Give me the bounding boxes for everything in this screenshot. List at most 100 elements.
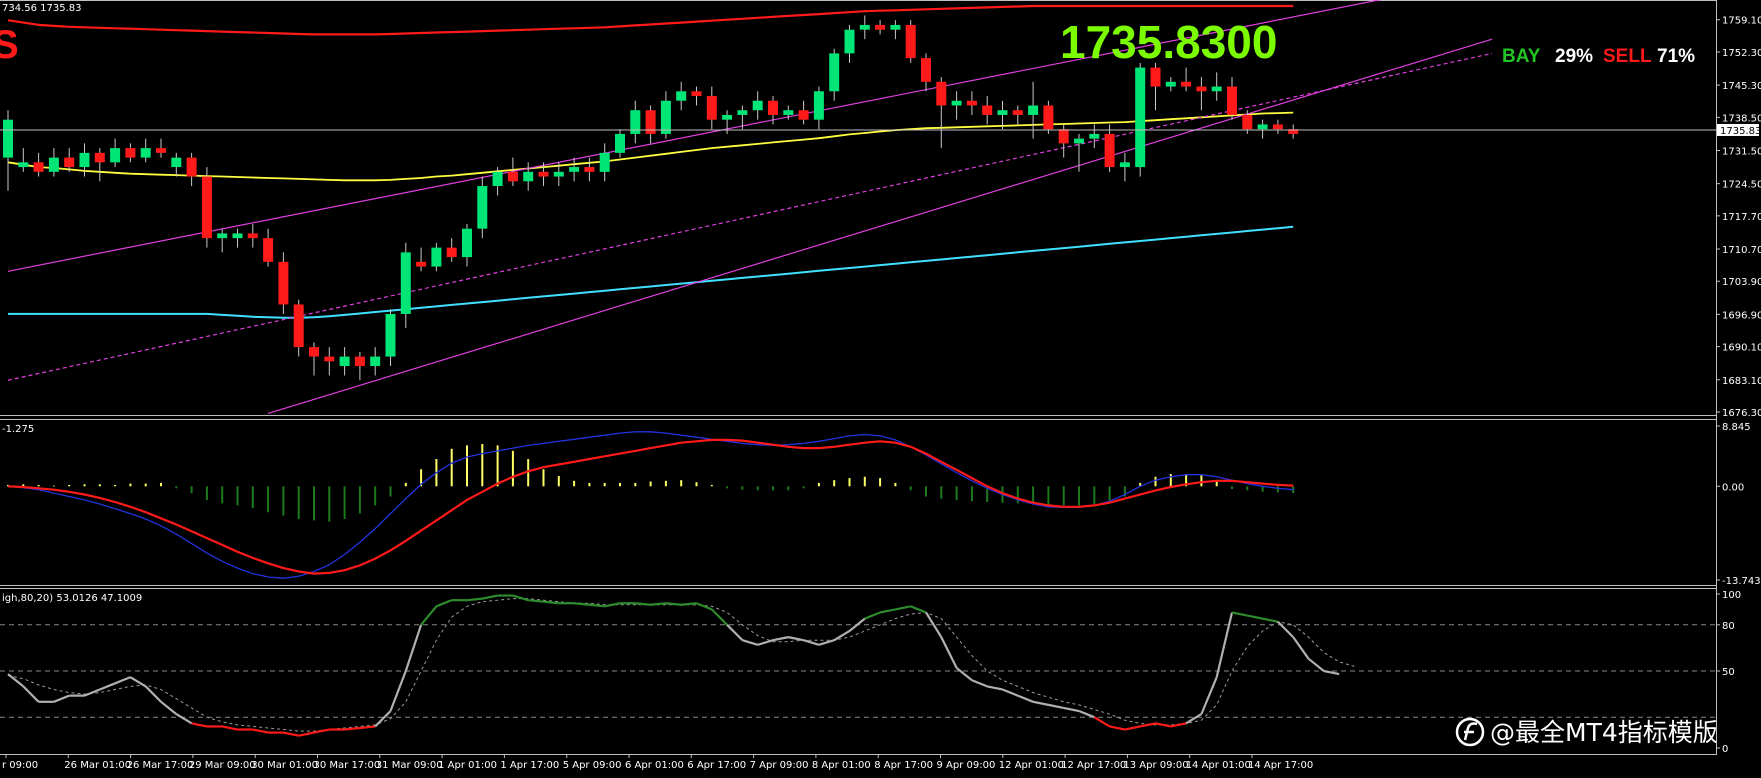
sell-percent: 71% bbox=[1657, 46, 1695, 67]
candle-body bbox=[278, 261, 289, 305]
candle-body bbox=[951, 100, 962, 106]
macd-tick-label: 8.845 bbox=[1722, 422, 1751, 433]
candle-body bbox=[94, 152, 105, 163]
time-tick-label: 30 Mar 17:00 bbox=[314, 760, 381, 771]
candle-body bbox=[263, 238, 274, 262]
price-tick-label: 1724.50 bbox=[1722, 180, 1761, 191]
ohlc-header: 734.56 1735.83 bbox=[2, 3, 82, 14]
price-tick-label: 1745.30 bbox=[1722, 81, 1761, 92]
stoch-main-segment bbox=[344, 726, 361, 731]
time-tick-label: 13 Apr 09:00 bbox=[1123, 760, 1188, 771]
time-tick-label: 6 Apr 01:00 bbox=[625, 760, 684, 771]
candle-body bbox=[477, 186, 488, 229]
price-tick-label: 1738.50 bbox=[1722, 113, 1761, 124]
candle-body bbox=[1089, 133, 1100, 139]
candle-body bbox=[416, 261, 427, 267]
candle-body bbox=[33, 162, 44, 172]
candle-body bbox=[584, 167, 595, 172]
bay-percent: 29% bbox=[1555, 46, 1593, 67]
candle-body bbox=[492, 171, 503, 187]
stoch-tick-label: 50 bbox=[1722, 667, 1735, 678]
candle-body bbox=[737, 110, 748, 115]
candle-body bbox=[615, 133, 625, 153]
candle-body bbox=[1272, 124, 1283, 130]
watermark-text: @最全MT4指标模版 bbox=[1490, 718, 1718, 747]
price-tick-label: 1690.10 bbox=[1722, 343, 1761, 354]
candle-body bbox=[354, 356, 365, 367]
candle-body bbox=[201, 176, 212, 239]
candle-body bbox=[1104, 133, 1115, 168]
price-tick-label: 1703.90 bbox=[1722, 277, 1761, 288]
candle-body bbox=[370, 356, 381, 367]
time-tick-label: 14 Apr 01:00 bbox=[1186, 760, 1251, 771]
stoch-main-segment bbox=[573, 602, 590, 606]
price-tick-label: 1710.70 bbox=[1722, 245, 1761, 256]
time-tick-label: 30 Mar 01:00 bbox=[251, 760, 318, 771]
candle-body bbox=[462, 228, 472, 258]
candle-body bbox=[569, 167, 580, 172]
time-tick-label: 1 Apr 01:00 bbox=[438, 760, 497, 771]
candle-body bbox=[48, 157, 59, 172]
time-tick-label: 29 Mar 09:00 bbox=[189, 760, 256, 771]
candle-body bbox=[232, 233, 243, 239]
time-tick-label: 31 Mar 09:00 bbox=[376, 760, 443, 771]
candle-body bbox=[171, 157, 182, 168]
candle-body bbox=[1028, 105, 1039, 115]
candle-body bbox=[64, 157, 75, 168]
candle-body bbox=[966, 100, 977, 106]
trading-chart[interactable]: 1759.10 1752.30 1745.30 1738.50 1731.50 1724.… bbox=[0, 0, 1761, 778]
candle-body bbox=[982, 105, 993, 115]
candle-body bbox=[1012, 110, 1023, 115]
sell-label: SELL bbox=[1603, 46, 1652, 67]
candle-body bbox=[523, 171, 534, 182]
candle-body bbox=[431, 247, 442, 267]
price-tick-label: 1752.30 bbox=[1722, 48, 1761, 59]
candle-body bbox=[125, 148, 136, 158]
time-tick-label: 8 Apr 01:00 bbox=[812, 760, 871, 771]
stoch-main-segment bbox=[359, 725, 376, 730]
candle-body bbox=[18, 162, 29, 168]
watermark: @最全MT4指标模版 bbox=[1455, 717, 1718, 747]
time-tick-label: r 09:00 bbox=[2, 760, 38, 771]
candle-body bbox=[599, 152, 610, 172]
chart-background bbox=[0, 0, 1761, 778]
candle-body bbox=[691, 91, 702, 97]
stoch-main-segment bbox=[466, 597, 483, 602]
price-tick-label: 1731.50 bbox=[1722, 146, 1761, 157]
candle-body bbox=[783, 110, 794, 115]
candle-body bbox=[507, 171, 518, 182]
candle-body bbox=[156, 148, 166, 153]
candle-body bbox=[844, 29, 855, 54]
big-price-display: 1735.8300 bbox=[1060, 16, 1277, 68]
price-tick-label: 1717.70 bbox=[1722, 212, 1761, 223]
candle-body bbox=[1227, 86, 1237, 115]
candle-body bbox=[1211, 86, 1222, 92]
time-tick-label: 26 Mar 01:00 bbox=[64, 760, 131, 771]
candle-body bbox=[921, 58, 931, 82]
candle-body bbox=[1135, 67, 1146, 168]
candle-body bbox=[1119, 162, 1130, 168]
candle-body bbox=[1181, 81, 1192, 87]
candle-body bbox=[1165, 81, 1176, 87]
macd-tick-label: -13.743 bbox=[1722, 576, 1761, 587]
candle-body bbox=[1242, 114, 1253, 130]
stoch-main-segment bbox=[650, 602, 667, 606]
candle-body bbox=[247, 233, 258, 239]
candle-body bbox=[1150, 67, 1161, 87]
candle-body bbox=[3, 119, 13, 158]
candle-body bbox=[798, 110, 809, 120]
candle-body bbox=[1257, 124, 1268, 130]
candle-body bbox=[140, 148, 151, 158]
candle-body bbox=[1058, 129, 1069, 144]
candle-body bbox=[1196, 86, 1207, 92]
price-tick-label: 1683.10 bbox=[1722, 376, 1761, 387]
stoch-label: igh,80,20) 53.0126 47.1009 bbox=[2, 593, 142, 604]
candle-body bbox=[722, 114, 733, 120]
price-tick-label: 1676.30 bbox=[1722, 408, 1761, 419]
bay-label: BAY bbox=[1502, 46, 1541, 67]
stoch-main-segment bbox=[589, 603, 605, 608]
candle-body bbox=[752, 100, 763, 111]
time-tick-label: 26 Mar 17:00 bbox=[127, 760, 194, 771]
time-tick-label: 7 Apr 09:00 bbox=[750, 760, 809, 771]
stoch-main-segment bbox=[528, 599, 544, 603]
